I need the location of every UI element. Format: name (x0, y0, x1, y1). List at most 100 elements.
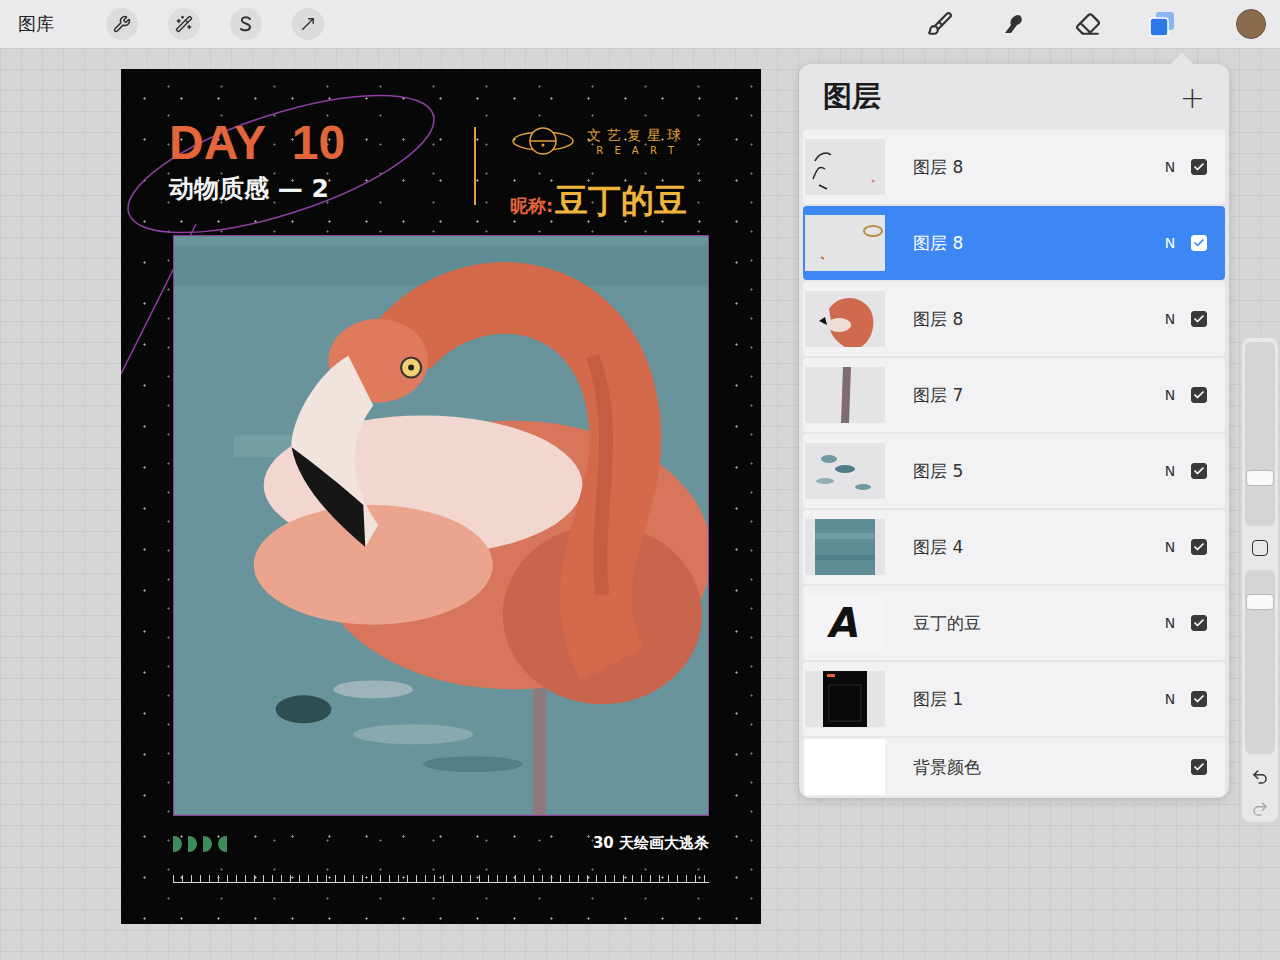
visibility-checkbox[interactable] (1191, 159, 1207, 175)
visibility-checkbox[interactable] (1191, 691, 1207, 707)
eraser-button[interactable] (1068, 4, 1108, 44)
smudge-button[interactable] (994, 4, 1034, 44)
blend-mode-button[interactable]: N (1157, 311, 1183, 327)
layer-name: 豆丁的豆 (913, 612, 1157, 635)
layer-row[interactable]: 图层 7N (803, 358, 1225, 432)
layer-row[interactable]: 图层 1N (803, 662, 1225, 736)
visibility-checkbox[interactable] (1191, 311, 1207, 327)
slider-handle[interactable] (1246, 470, 1274, 486)
blend-mode-button[interactable]: N (1157, 539, 1183, 555)
visibility-checkbox[interactable] (1191, 387, 1207, 403)
actions-button[interactable] (106, 8, 138, 40)
ruler-decoration (173, 875, 709, 883)
poster-header: DAY 10动物质感 — 2 文艺复星球R E A R T 昵称:豆丁的豆 (169, 117, 709, 235)
layer-row[interactable]: 图层 8N (803, 206, 1225, 280)
layer-thumbnail (805, 291, 885, 347)
redo-button[interactable] (1251, 800, 1269, 818)
layer-row[interactable]: 图层 8N (803, 282, 1225, 356)
planet-logo-icon (511, 123, 575, 159)
layer-name: 图层 8 (913, 156, 1157, 179)
check-icon (1193, 617, 1205, 629)
layer-name: 图层 8 (913, 308, 1157, 331)
eraser-icon (1075, 11, 1101, 37)
layer-thumbnail: A (805, 595, 885, 651)
flamingo-painting (174, 236, 708, 815)
undo-icon (1251, 768, 1269, 786)
check-icon (1193, 237, 1205, 249)
check-icon (1193, 161, 1205, 173)
blend-mode-button[interactable]: N (1157, 387, 1183, 403)
layer-row[interactable]: 图层 5N (803, 434, 1225, 508)
check-icon (1193, 761, 1205, 773)
left-tools: 图库 (18, 8, 324, 40)
procreate-app: 图库 DAY 10动物质感 — 2 文艺复星球R E A R T 昵称:豆丁的豆 30 … (0, 0, 1280, 960)
blend-mode-button[interactable]: N (1157, 615, 1183, 631)
blend-mode-button[interactable]: N (1157, 463, 1183, 479)
layer-name: 图层 8 (913, 232, 1157, 255)
layers-button[interactable] (1142, 4, 1182, 44)
layer-row[interactable]: 图层 8N (803, 130, 1225, 204)
check-icon (1193, 541, 1205, 553)
layer-name: 图层 7 (913, 384, 1157, 407)
blend-mode-button[interactable]: N (1157, 159, 1183, 175)
layer-name: 图层 1 (913, 688, 1157, 711)
layer-name: 图层 4 (913, 536, 1157, 559)
water-thumb-icon (815, 519, 875, 575)
color-button[interactable] (1236, 9, 1266, 39)
check-icon (1193, 693, 1205, 705)
logo-block: 文艺复星球R E A R T 昵称:豆丁的豆 (510, 123, 687, 224)
arrow-icon (299, 15, 317, 33)
layer-list: 图层 8N图层 8N图层 8N图层 7N图层 5N图层 4NA豆丁的豆N图层 1… (803, 130, 1225, 796)
smudge-icon (1001, 11, 1027, 37)
poster-footer: 30 天绘画大逃杀 (173, 834, 709, 853)
visibility-checkbox[interactable] (1191, 539, 1207, 555)
check-icon (1193, 389, 1205, 401)
side-controls (1242, 338, 1278, 822)
layer-thumbnail (805, 367, 885, 423)
flamingo-thumb-icon (805, 291, 885, 347)
adjustments-button[interactable] (168, 8, 200, 40)
ring-thumb-icon (805, 215, 885, 271)
slider-handle[interactable] (1246, 594, 1274, 610)
blend-mode-button[interactable]: N (1157, 691, 1183, 707)
layer-row[interactable]: 图层 4N (803, 510, 1225, 584)
visibility-checkbox[interactable] (1191, 759, 1207, 775)
layers-panel: 图层+图层 8N图层 8N图层 8N图层 7N图层 5N图层 4NA豆丁的豆N图… (799, 64, 1229, 798)
layer-row[interactable]: A 豆丁的豆N (803, 586, 1225, 660)
brush-icon (927, 11, 953, 37)
logo-text: 文艺复星球R E A R T (587, 127, 687, 156)
brush-button[interactable] (920, 4, 960, 44)
moon-phases-icon (173, 836, 227, 852)
layer-name: 背景颜色 (913, 756, 1191, 779)
selection-button[interactable] (230, 8, 262, 40)
blend-mode-button[interactable]: N (1157, 235, 1183, 251)
transform-button[interactable] (292, 8, 324, 40)
day-title: DAY 10 (169, 117, 474, 170)
footer-text: 30 天绘画大逃杀 (593, 834, 709, 853)
layer-thumbnail (805, 739, 885, 795)
layer-row[interactable]: 背景颜色 (803, 738, 1225, 796)
undo-button[interactable] (1251, 768, 1269, 786)
check-icon (1193, 465, 1205, 477)
visibility-checkbox[interactable] (1191, 615, 1207, 631)
visibility-checkbox[interactable] (1191, 463, 1207, 479)
add-layer-button[interactable]: + (1176, 80, 1209, 115)
gallery-button[interactable]: 图库 (18, 8, 54, 40)
redo-icon (1251, 800, 1269, 818)
selection-s-icon (237, 15, 255, 33)
poster-thumb-icon (823, 671, 867, 727)
nickname: 豆丁的豆 (555, 179, 687, 224)
title-block: DAY 10动物质感 — 2 (169, 117, 474, 205)
layers-icon (1148, 10, 1176, 38)
brush-size-slider[interactable] (1245, 342, 1275, 526)
nickname-row: 昵称:豆丁的豆 (510, 179, 687, 224)
modify-button[interactable] (1252, 540, 1268, 556)
painting-frame (173, 235, 709, 816)
layer-thumbnail (805, 519, 885, 575)
artwork-canvas[interactable]: DAY 10动物质感 — 2 文艺复星球R E A R T 昵称:豆丁的豆 30 天绘… (121, 69, 761, 924)
visibility-checkbox[interactable] (1191, 235, 1207, 251)
leg-thumb-icon (805, 367, 885, 423)
layer-thumbnail (805, 671, 885, 727)
opacity-slider[interactable] (1245, 570, 1275, 754)
magic-wand-icon (175, 15, 193, 33)
